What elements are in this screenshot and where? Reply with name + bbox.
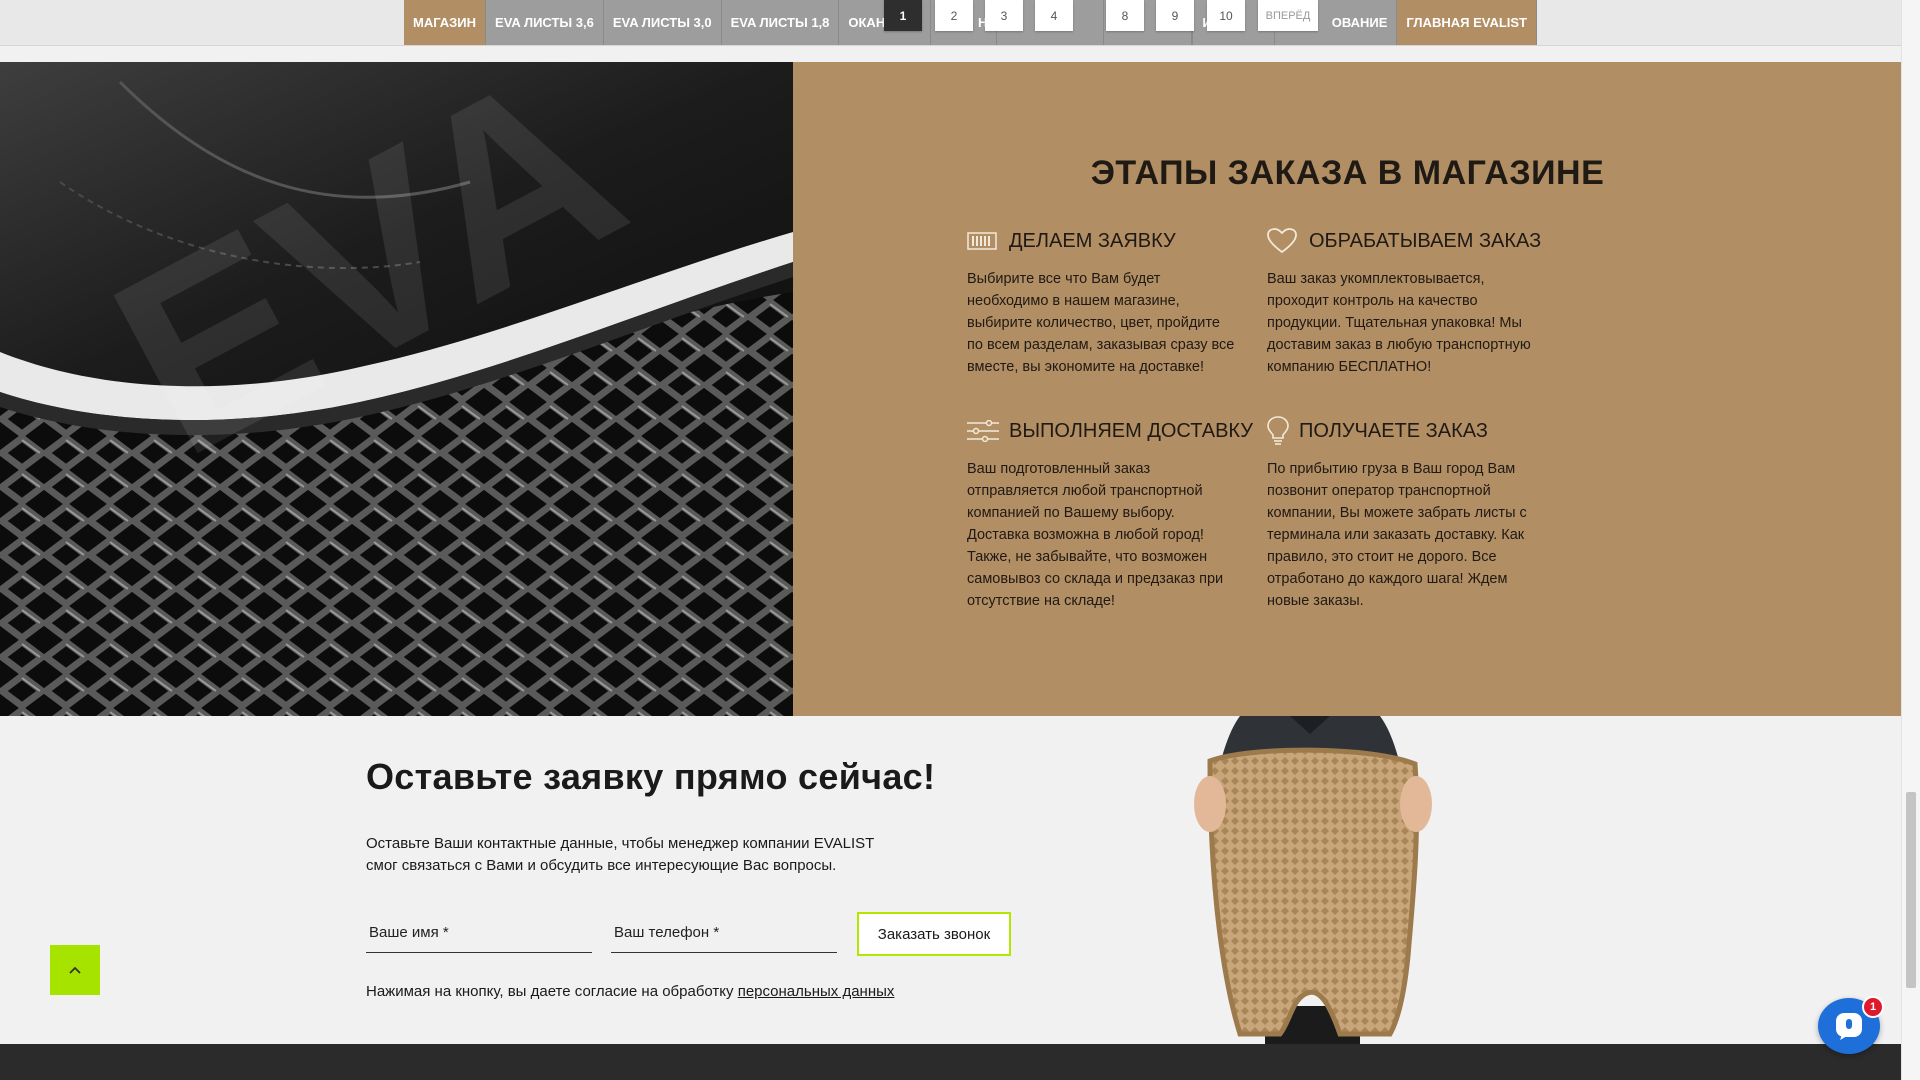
step-text: По прибытию груза в Ваш город Вам позвон…	[1267, 461, 1527, 609]
consent-label: Нажимая на кнопку, вы даете согласие на …	[366, 983, 738, 1000]
page-next[interactable]: ВПЕРЁД	[1258, 0, 1318, 31]
page-3[interactable]: 3	[985, 0, 1023, 31]
step-delivery: ВЫПОЛНЯЕМ ДОСТАВКУ Ваш подготовленный за…	[967, 416, 1253, 612]
page-8[interactable]: 8	[1106, 0, 1144, 31]
step-processing: ОБРАБАТЫВАЕМ ЗАКАЗ Ваш заказ укомплектов…	[1267, 226, 1547, 378]
nav-item-shop[interactable]: МАГАЗИН	[404, 0, 487, 45]
step-text: Ваш заказ укомплектовывается, проходит к…	[1267, 271, 1531, 375]
consent-text: Нажимая на кнопку, вы даете согласие на …	[366, 983, 894, 1000]
steps-title: ЭТАПЫ ЗАКАЗА В МАГАЗИНЕ	[1090, 154, 1605, 192]
person-holding-mat-image	[1180, 716, 1440, 1044]
barcode-icon	[967, 226, 999, 256]
step-text: Ваш подготовленный заказ отправляется лю…	[967, 461, 1224, 609]
request-form-title: Оставьте заявку прямо сейчас!	[366, 756, 936, 797]
scroll-to-top-button[interactable]	[50, 945, 100, 995]
step-title: ВЫПОЛНЯЕМ ДОСТАВКУ	[1009, 419, 1254, 442]
page-10[interactable]: 10	[1207, 0, 1245, 31]
page-2[interactable]: 2	[935, 0, 973, 31]
page-1[interactable]: 1	[884, 0, 922, 31]
personal-data-link[interactable]: персональных данных	[738, 983, 895, 1000]
step-title: ДЕЛАЕМ ЗАЯВКУ	[1009, 229, 1176, 252]
product-photo: EVA	[0, 62, 793, 716]
page-9[interactable]: 9	[1156, 0, 1194, 31]
request-form-description: Оставьте Ваши контактные данные, чтобы м…	[366, 835, 875, 874]
step-receiving: ПОЛУЧАЕТЕ ЗАКАЗ По прибытию груза в Ваш …	[1267, 416, 1539, 612]
footer	[0, 1044, 1902, 1080]
phone-input[interactable]	[611, 913, 837, 953]
chat-icon	[1836, 1013, 1862, 1040]
scrollbar-thumb[interactable]	[1906, 792, 1916, 988]
step-title: ПОЛУЧАЕТЕ ЗАКАЗ	[1299, 419, 1488, 442]
sliders-icon	[967, 416, 999, 446]
chat-notification-badge: 1	[1862, 996, 1884, 1018]
nav-item-eva-3-6[interactable]: EVA ЛИСТЫ 3,6	[486, 0, 604, 45]
order-call-button[interactable]: Заказать звонок	[857, 912, 1011, 956]
chevron-up-icon	[69, 966, 81, 974]
heart-icon	[1267, 226, 1299, 256]
name-input[interactable]	[366, 913, 592, 953]
step-title: ОБРАБАТЫВАЕМ ЗАКАЗ	[1309, 229, 1542, 252]
step-request: ДЕЛАЕМ ЗАЯВКУ Выбирите все что Вам будет…	[967, 226, 1239, 378]
step-text: Выбирите все что Вам будет необходимо в …	[967, 271, 1235, 375]
page-scrollbar[interactable]	[1901, 0, 1920, 1080]
order-steps-section: ЭТАПЫ ЗАКАЗА В МАГАЗИНЕ ДЕЛАЕМ ЗАЯВКУ Вы…	[793, 62, 1902, 716]
chat-widget-button[interactable]: 1	[1818, 996, 1884, 1054]
lightbulb-icon	[1267, 416, 1289, 446]
eva-mat-shoe-illustration: EVA	[0, 62, 793, 716]
nav-item-home[interactable]: ГЛАВНАЯ EVALIST	[1397, 0, 1537, 45]
nav-item-eva-3-0[interactable]: EVA ЛИСТЫ 3,0	[603, 0, 722, 45]
page-4[interactable]: 4	[1035, 0, 1073, 31]
nav-item-eva-1-8[interactable]: EVA ЛИСТЫ 1,8	[721, 0, 840, 45]
